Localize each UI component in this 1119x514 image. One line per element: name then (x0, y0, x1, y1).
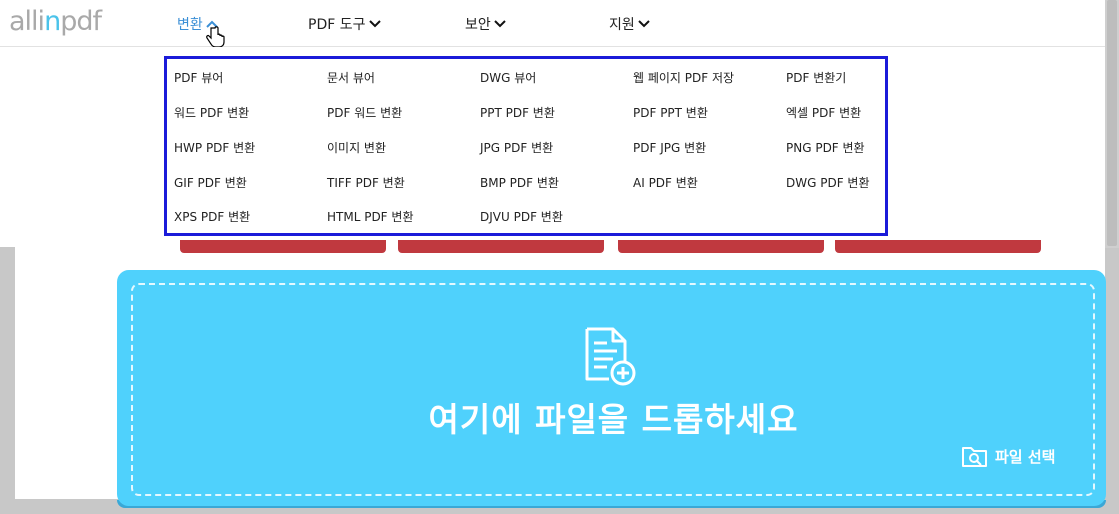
tool-button[interactable] (398, 240, 604, 253)
nav-security[interactable]: 보안 (465, 14, 506, 34)
menu-item[interactable]: DJVU PDF 변환 (480, 208, 563, 225)
menu-item[interactable]: PDF 변환기 (786, 69, 846, 86)
menu-item[interactable]: PDF JPG 변환 (633, 139, 706, 156)
menu-item[interactable]: BMP PDF 변환 (480, 174, 559, 191)
chevron-down-icon (368, 20, 381, 28)
nav-pdf-tools[interactable]: PDF 도구 (308, 14, 381, 34)
menu-item[interactable]: DWG PDF 변환 (786, 174, 870, 191)
nav-security-label: 보안 (465, 17, 491, 33)
tool-button[interactable] (618, 240, 824, 253)
menu-item[interactable]: HWP PDF 변환 (174, 139, 255, 156)
menu-item[interactable]: PPT PDF 변환 (480, 104, 555, 121)
menu-item[interactable]: 이미지 변환 (327, 139, 386, 156)
menu-item[interactable]: GIF PDF 변환 (174, 174, 247, 191)
menu-item[interactable]: AI PDF 변환 (633, 174, 698, 191)
menu-item[interactable]: JPG PDF 변환 (480, 139, 553, 156)
logo[interactable]: allinpdf (9, 6, 102, 37)
scrollbar-thumb[interactable] (1107, 0, 1117, 246)
menu-item[interactable]: PDF 워드 변환 (327, 104, 402, 121)
menu-item[interactable]: 엑셀 PDF 변환 (786, 104, 861, 121)
select-file-label: 파일 선택 (995, 447, 1056, 466)
menu-item[interactable]: PDF PPT 변환 (633, 104, 708, 121)
convert-dropdown-menu: PDF 뷰어 문서 뷰어 DWG 뷰어 웹 페이지 PDF 저장 PDF 변환기… (164, 56, 888, 236)
file-add-icon (585, 327, 636, 386)
menu-item[interactable]: DWG 뷰어 (480, 69, 536, 86)
menu-item[interactable]: PNG PDF 변환 (786, 139, 865, 156)
nav-support[interactable]: 지원 (609, 14, 650, 34)
nav-convert-label: 변환 (177, 17, 203, 33)
folder-search-icon (962, 447, 987, 467)
menu-item[interactable]: XPS PDF 변환 (174, 208, 250, 225)
nav-pdf-tools-label: PDF 도구 (308, 17, 366, 33)
dropzone-title: 여기에 파일을 드롭하세요 (428, 400, 799, 439)
menu-item[interactable]: 워드 PDF 변환 (174, 104, 249, 121)
menu-item[interactable]: HTML PDF 변환 (327, 208, 413, 225)
dropzone-dashed-border (131, 283, 1095, 496)
menu-item[interactable]: PDF 뷰어 (174, 69, 223, 86)
tool-button[interactable] (835, 240, 1041, 253)
tool-button[interactable] (180, 240, 386, 253)
menu-item[interactable]: 문서 뷰어 (327, 69, 375, 86)
select-file-button[interactable]: 파일 선택 (961, 442, 1055, 470)
top-navigation-bar: allinpdf 변환 PDF 도구 보안 지원 (0, 0, 1105, 47)
nav-support-label: 지원 (609, 17, 635, 33)
menu-item[interactable]: 웹 페이지 PDF 저장 (633, 69, 734, 86)
chevron-down-icon (494, 20, 506, 28)
hand-cursor-icon (206, 26, 225, 48)
chevron-down-icon (638, 20, 650, 28)
menu-item[interactable]: TIFF PDF 변환 (327, 174, 405, 191)
